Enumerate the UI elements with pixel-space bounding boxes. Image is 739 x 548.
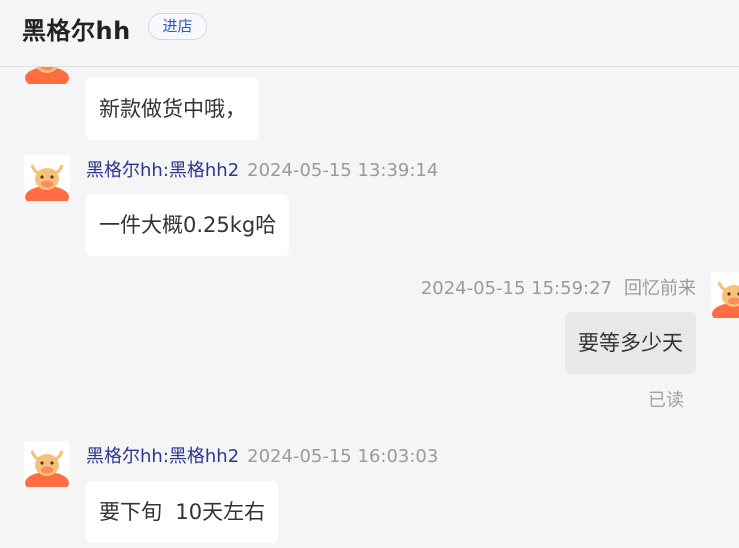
- message-timestamp: 2024-05-15 16:03:03: [247, 446, 439, 467]
- shop-avatar-icon[interactable]: [24, 155, 70, 201]
- shop-name[interactable]: 黑格尔hh: [22, 11, 131, 46]
- message-meta: 黑格尔hh:黑格hh2 2024-05-15 16:03:03: [86, 442, 438, 468]
- message-bubble[interactable]: 要等多少天: [565, 312, 696, 374]
- shop-avatar-icon[interactable]: [24, 441, 70, 487]
- message-list[interactable]: 新款做货中哦， 黑格尔hh:黑格hh2 2024-05-15 13:39:14 一…: [0, 0, 739, 548]
- enter-shop-button[interactable]: 进店: [148, 13, 207, 40]
- message-meta: 黑格尔hh:黑格hh2 2024-05-15 13:39:14: [86, 156, 438, 182]
- sender-name[interactable]: 黑格尔hh:黑格hh2: [86, 160, 239, 181]
- message-meta: 2024-05-15 15:59:27 回忆前来: [421, 274, 696, 300]
- chat-header: 黑格尔hh 进店: [0, 0, 739, 67]
- sender-name: 回忆前来: [624, 278, 696, 299]
- message-bubble[interactable]: 要下旬 10天左右: [86, 481, 279, 543]
- message-bubble[interactable]: 一件大概0.25kg哈: [86, 194, 290, 256]
- user-avatar-icon[interactable]: [711, 272, 739, 318]
- read-status: 已读: [648, 390, 684, 411]
- message-bubble[interactable]: 新款做货中哦，: [86, 78, 259, 140]
- sender-name[interactable]: 黑格尔hh:黑格hh2: [86, 446, 239, 467]
- message-timestamp: 2024-05-15 13:39:14: [247, 160, 439, 181]
- message-timestamp: 2024-05-15 15:59:27: [420, 278, 612, 299]
